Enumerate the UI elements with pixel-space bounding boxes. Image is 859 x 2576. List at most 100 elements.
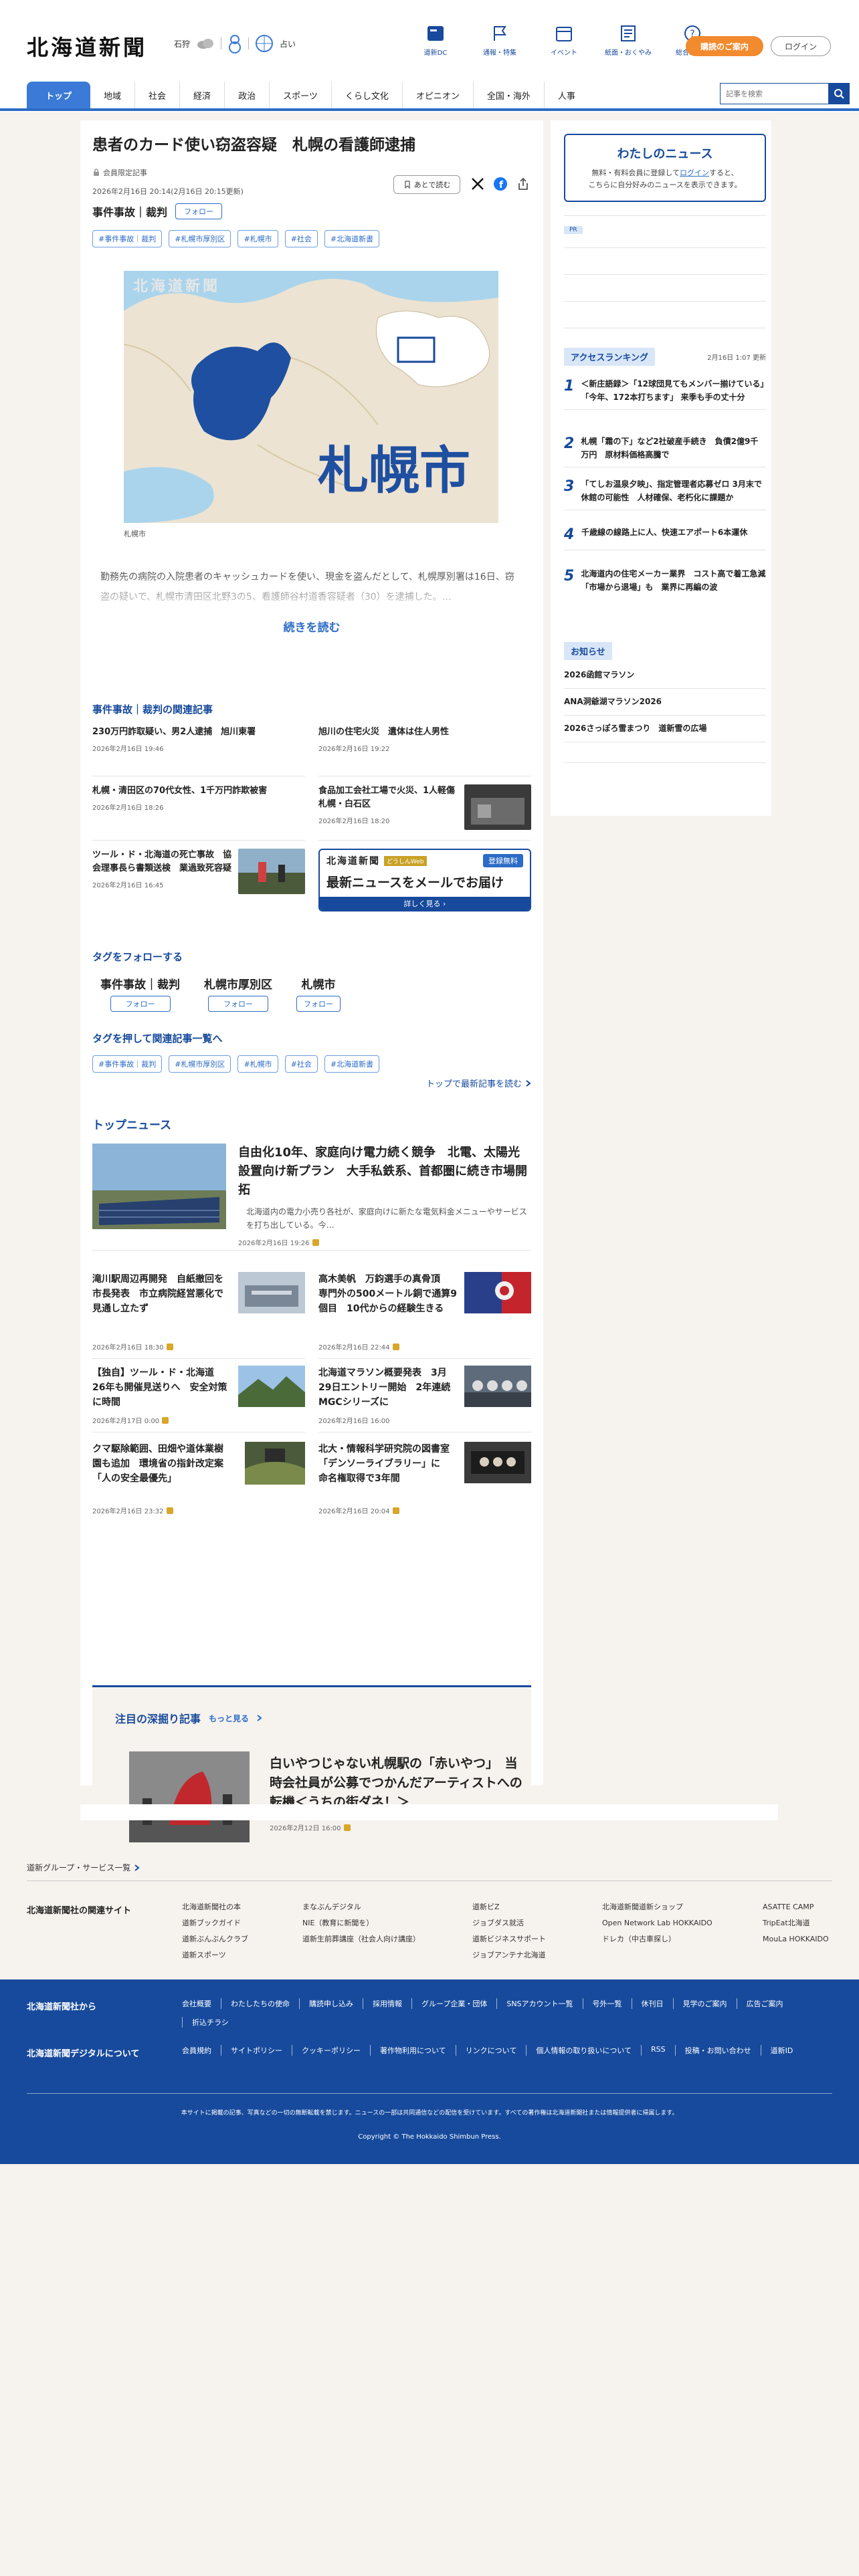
site-link[interactable]: 北海道新聞道新ショップ — [602, 1899, 712, 1915]
nav-tab-world[interactable]: 全国・海外 — [474, 82, 545, 108]
news-item[interactable]: 北大・情報科学研究院の図書室「デンソーライブラリー」に 命名権取得で3年間 20… — [318, 1442, 531, 1522]
site-link[interactable]: ASATTE CAMP — [763, 1899, 829, 1915]
tag-chip[interactable]: #札幌市 — [237, 230, 278, 247]
x-share-icon[interactable] — [470, 177, 485, 191]
tag-chip[interactable]: #事件事故｜裁判 — [92, 1055, 163, 1073]
news-item[interactable]: 滝川駅周辺再開発 自紙撤回を市長発表 市立病院経営悪化で見通し立たず 2026年… — [92, 1272, 305, 1359]
nav-tab-region[interactable]: 地域 — [90, 82, 136, 108]
deep-dive-title[interactable]: 白いやつじゃない札幌駅の「赤いやつ」 当時会社員が公募でつかんだアーティストへの… — [270, 1754, 524, 1812]
nav-icon-dc[interactable]: 道新DC — [415, 24, 456, 57]
site-link[interactable]: 北海道新聞社の本 — [182, 1899, 248, 1915]
footer-link[interactable]: リンクについて — [455, 2045, 527, 2056]
nav-tab-society[interactable]: 社会 — [135, 82, 181, 108]
footer-link[interactable]: わたしたちの使命 — [221, 1998, 299, 2009]
nav-tab-top[interactable]: トップ — [27, 82, 91, 108]
notice-item[interactable]: 2026さっぽろ雪まつり 道新雪の広場 — [564, 722, 766, 742]
related-item[interactable]: 旭川の住宅火災 遺体は住人男性 2026年2月16日 19:22 — [318, 726, 531, 776]
subscribe-button[interactable]: 購読のご案内 — [686, 36, 763, 56]
tag-chip[interactable]: #社会 — [284, 1055, 318, 1073]
search-button[interactable] — [828, 84, 849, 104]
related-item[interactable]: ツール・ド・北海道の死亡事故 協会理事長ら書類送検 業過致死容疑 2026年2月… — [92, 849, 305, 916]
footer-link[interactable]: 見学のご案内 — [672, 1998, 737, 2009]
follow-button[interactable]: フォロー — [175, 203, 223, 219]
news-item[interactable]: クマ駆除範囲、田畑や道体業樹園も追加 環境省の指針改定案 「人の安全最優先」 2… — [92, 1442, 305, 1522]
news-item[interactable]: 北海道マラソン概要発表 3月29日エントリー開始 2年連続MGCシリーズに 20… — [318, 1366, 531, 1432]
follow-button[interactable]: フォロー — [208, 996, 268, 1012]
nav-icon-report[interactable]: 通報・特集 — [479, 24, 520, 57]
footer-link[interactable]: 投稿・お問い合わせ — [674, 2045, 761, 2056]
notice-item[interactable]: 2026函館マラソン — [564, 669, 766, 689]
site-link[interactable]: Open Network Lab HOKKAIDO — [602, 1915, 712, 1931]
site-link[interactable]: 道新ぶんぶんクラブ — [182, 1931, 248, 1947]
footer-link[interactable]: 著作物利用について — [370, 2045, 456, 2056]
footer-link[interactable]: RSS — [641, 2045, 675, 2056]
my-news-login-link[interactable]: ログイン — [680, 169, 709, 177]
lead-story[interactable]: 自由化10年、家庭向け電力続く競争 北電、太陽光設置向け新プラン 大手私鉄系、首… — [92, 1144, 531, 1251]
tag-chip[interactable]: #社会 — [284, 230, 318, 247]
site-link[interactable]: ドレカ（中古車探し） — [602, 1931, 712, 1947]
footer-link[interactable]: 個人情報の取り扱いについて — [526, 2045, 641, 2056]
site-link[interactable]: 道新ブックガイド — [182, 1915, 248, 1931]
related-item[interactable]: 食品加工会社工場で火災、1人軽傷 札幌・白石区 2026年2月16日 18:20 — [318, 784, 531, 841]
tag-chip[interactable]: #札幌市厚別区 — [169, 1055, 231, 1073]
tag-chip[interactable]: #北海道新書 — [324, 230, 380, 247]
ranking-title[interactable]: アクセスランキング — [564, 348, 655, 366]
deep-dive-image[interactable] — [129, 1751, 250, 1842]
news-item[interactable]: 高木美帆 万鈞選手の真骨頂 専門外の500メートル銅で通算9個目 10代からの経… — [318, 1272, 531, 1359]
site-link[interactable]: 道新スポーツ — [182, 1947, 248, 1963]
read-later-button[interactable]: あとで読む — [393, 175, 460, 194]
site-logo[interactable]: 北海道新聞 — [27, 31, 147, 62]
nav-tab-politics[interactable]: 政治 — [225, 82, 270, 108]
promo-more-link[interactable]: 詳しく見る › — [320, 897, 530, 910]
group-services-link[interactable]: 道新グループ・サービス一覧 — [27, 1862, 140, 1873]
nav-icon-event[interactable]: イベント — [543, 24, 585, 57]
nav-tab-culture[interactable]: くらし文化 — [332, 82, 403, 108]
footer-link[interactable]: 採用情報 — [363, 1998, 411, 2009]
footer-link[interactable]: 購読申し込み — [299, 1998, 363, 2009]
site-link[interactable]: まなぶんデジタル — [302, 1899, 420, 1915]
footer-link[interactable]: 会社概要 — [182, 1998, 221, 2009]
category-name[interactable]: 事件事故｜裁判 — [92, 203, 167, 219]
tag-chip[interactable]: #札幌市 — [237, 1055, 278, 1073]
footer-link[interactable]: SNSアカウント一覧 — [496, 1998, 582, 2009]
footer-link[interactable]: 号外一覧 — [582, 1998, 632, 2009]
footer-link[interactable]: サイトポリシー — [221, 2045, 292, 2056]
fortune-label[interactable]: 占い — [280, 38, 296, 49]
footer-link[interactable]: グループ企業・団体 — [411, 1998, 496, 2009]
weather-widget[interactable]: 石狩 占い — [174, 33, 296, 53]
newsletter-promo[interactable]: 北海道新聞 どうしんWeb 登録無料 最新ニュースをメールでお届け 詳しく見る … — [318, 849, 531, 911]
ranking-item[interactable]: 2 札幌「霜の下」など2社破産手続き 負債2億9千万円 原材料価格高騰で — [564, 435, 766, 467]
notice-item[interactable]: ANA洞爺湖マラソン2026 — [564, 695, 766, 716]
related-item[interactable]: 230万円詐取疑い、男2人逮捕 旭川東署 2026年2月16日 19:46 — [92, 726, 305, 776]
facebook-share-icon[interactable]: f — [493, 177, 508, 191]
ranking-item[interactable]: 1 ＜新庄語録＞「12球団見てもメンバー揃けている」「今年、172本打ちます」 … — [564, 377, 766, 410]
site-link[interactable]: ジョブアンテナ北海道 — [472, 1947, 546, 1963]
to-top-link[interactable]: トップで最新記事を読む — [426, 1077, 531, 1089]
follow-tag-name[interactable]: 事件事故｜裁判 — [100, 975, 180, 992]
nav-tab-opinion[interactable]: オピニオン — [403, 82, 474, 108]
site-link[interactable]: 道新ビZ — [472, 1899, 546, 1915]
tag-chip[interactable]: #事件事故｜裁判 — [92, 230, 163, 247]
login-button[interactable]: ログイン — [771, 36, 831, 56]
site-link[interactable]: 道新生前葬講座（社会人向け講座） — [302, 1931, 420, 1947]
footer-link[interactable]: 道新ID — [760, 2045, 803, 2056]
search-input[interactable] — [721, 84, 828, 104]
share-icon[interactable] — [516, 177, 531, 191]
footer-link[interactable]: 会員規約 — [182, 2045, 221, 2056]
nav-icon-paper[interactable]: 紙面・おくやみ — [605, 24, 652, 57]
ranking-item[interactable]: 3 「てしお温泉夕映」、指定管理者応募ゼロ 3月末で休館の可能性 人材確保、老朽… — [564, 477, 766, 510]
follow-button[interactable]: フォロー — [296, 996, 341, 1012]
follow-button[interactable]: フォロー — [110, 996, 171, 1012]
news-item[interactable]: 【独自】ツール・ド・北海道 26年も開催見送りへ 安全対策に時間 2026年2月… — [92, 1366, 305, 1432]
footer-link[interactable]: 休刊日 — [631, 1998, 673, 2009]
nav-tab-economy[interactable]: 経済 — [180, 82, 225, 108]
tag-chip[interactable]: #北海道新書 — [324, 1055, 380, 1073]
site-link[interactable]: TripEat北海道 — [763, 1915, 829, 1931]
deep-dive-more-link[interactable]: もっと見る — [209, 1713, 249, 1724]
ranking-item[interactable]: 4 千歳線の線路上に人、快速エアポート6本運休 — [564, 526, 766, 550]
read-more-link[interactable]: 続きを読む — [80, 618, 543, 635]
nav-tab-personnel[interactable]: 人事 — [545, 82, 589, 108]
follow-tag-name[interactable]: 札幌市厚別区 — [204, 975, 272, 992]
footer-link[interactable]: 広告ご案内 — [736, 1998, 793, 2009]
follow-tag-name[interactable]: 札幌市 — [302, 975, 336, 992]
